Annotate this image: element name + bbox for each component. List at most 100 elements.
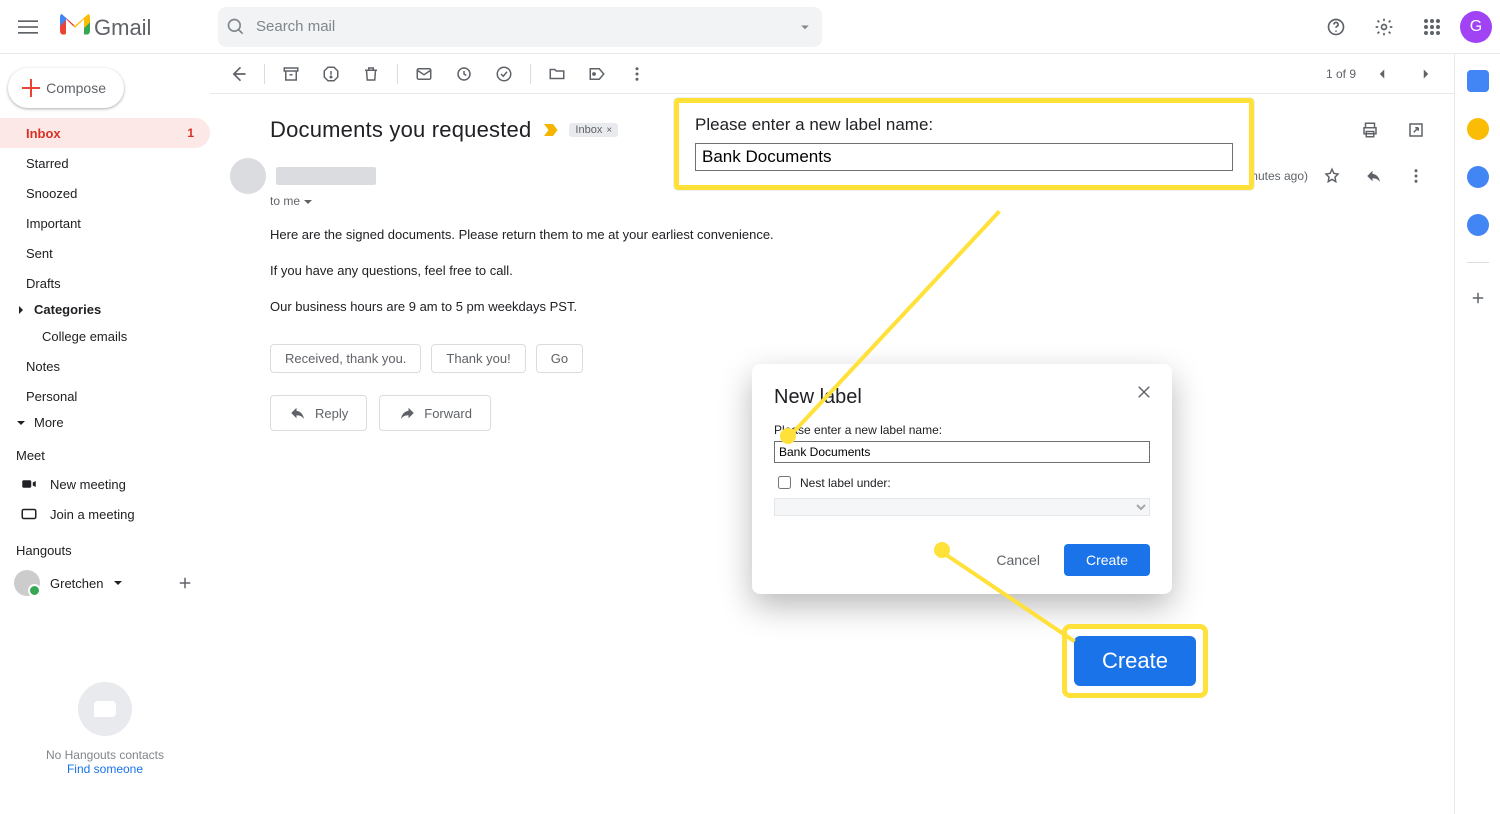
next-page-icon[interactable] <box>1408 56 1444 92</box>
archive-icon[interactable] <box>273 56 309 92</box>
sidebar-item-college-emails[interactable]: College emails <box>0 321 210 351</box>
hangouts-find-someone-link[interactable]: Find someone <box>0 762 210 776</box>
google-apps-icon[interactable] <box>1412 7 1452 47</box>
annotation-callout-create: Create <box>1062 624 1208 698</box>
meet-section-header: Meet <box>0 434 210 469</box>
forward-arrow-icon <box>398 404 416 422</box>
keyboard-icon <box>20 505 38 523</box>
nest-checkbox[interactable] <box>778 476 791 489</box>
toolbar-divider <box>530 64 531 84</box>
nest-label: Nest label under: <box>800 476 891 490</box>
toolbar-divider <box>397 64 398 84</box>
sidebar-item-label: Important <box>26 216 81 231</box>
smart-reply-chip[interactable]: Received, thank you. <box>270 344 421 373</box>
sidebar-item-drafts[interactable]: Drafts <box>0 268 210 298</box>
forward-button[interactable]: Forward <box>379 395 491 431</box>
settings-gear-icon[interactable] <box>1364 7 1404 47</box>
reply-button[interactable]: Reply <box>270 395 367 431</box>
meet-new-meeting[interactable]: New meeting <box>0 469 210 499</box>
sidebar-item-important[interactable]: Important <box>0 208 210 238</box>
sidebar-item-starred[interactable]: Starred <box>0 148 210 178</box>
delete-icon[interactable] <box>353 56 389 92</box>
reply-label: Reply <box>315 406 348 421</box>
more-icon[interactable] <box>619 56 655 92</box>
sidebar-item-categories[interactable]: Categories <box>0 298 210 321</box>
expand-to-icon <box>303 197 313 207</box>
sidebar-item-label: Personal <box>26 389 77 404</box>
hamburger-menu-icon[interactable] <box>8 7 48 47</box>
label-name-input[interactable] <box>774 441 1150 463</box>
reply-icon[interactable] <box>1356 158 1392 194</box>
message-more-icon[interactable] <box>1398 158 1434 194</box>
top-bar: Gmail G <box>0 0 1500 54</box>
hangouts-section-header: Hangouts <box>0 529 210 564</box>
sidebar-item-label: Inbox <box>26 126 61 141</box>
sidebar-item-label: Snoozed <box>26 186 77 201</box>
inbox-label-chip[interactable]: Inbox × <box>569 123 618 137</box>
support-icon[interactable] <box>1316 7 1356 47</box>
snooze-icon[interactable] <box>446 56 482 92</box>
body-line: Here are the signed documents. Please re… <box>270 224 1434 246</box>
compose-button[interactable]: Compose <box>8 68 124 108</box>
search-box[interactable] <box>218 7 822 47</box>
chevron-right-icon <box>16 305 26 315</box>
tasks-app-icon[interactable] <box>1467 166 1489 188</box>
labels-icon[interactable] <box>579 56 615 92</box>
message-toolbar: 1 of 9 <box>210 54 1454 94</box>
add-to-tasks-icon[interactable] <box>486 56 522 92</box>
sidebar-item-notes[interactable]: Notes <box>0 351 210 381</box>
importance-marker-icon[interactable] <box>541 121 559 139</box>
video-camera-icon <box>20 475 38 493</box>
gmail-logo[interactable]: Gmail <box>56 13 210 41</box>
hangouts-user-chip[interactable]: Gretchen <box>0 564 210 602</box>
add-app-icon[interactable] <box>1469 289 1487 307</box>
meet-join-meeting[interactable]: Join a meeting <box>0 499 210 529</box>
search-options-icon[interactable] <box>796 18 814 36</box>
dialog-cancel-button[interactable]: Cancel <box>984 544 1052 576</box>
sidebar-item-more[interactable]: More <box>0 411 210 434</box>
inbox-unread-count: 1 <box>187 126 194 140</box>
print-icon[interactable] <box>1352 112 1388 148</box>
dialog-close-icon[interactable] <box>1130 378 1158 406</box>
chevron-down-icon <box>16 418 26 428</box>
open-new-window-icon[interactable] <box>1398 112 1434 148</box>
search-input[interactable] <box>254 17 788 36</box>
label-name-field-label: Please enter a new label name: <box>774 423 1150 437</box>
contacts-app-icon[interactable] <box>1467 214 1489 236</box>
smart-reply-chip[interactable]: Thank you! <box>431 344 525 373</box>
back-icon[interactable] <box>220 56 256 92</box>
calendar-app-icon[interactable] <box>1467 70 1489 92</box>
body-line: Our business hours are 9 am to 5 pm week… <box>270 296 1434 318</box>
sidebar-item-sent[interactable]: Sent <box>0 238 210 268</box>
main-pane: 1 of 9 Documents you requested Inbox <box>210 54 1454 814</box>
hangouts-add-icon[interactable] <box>176 574 194 592</box>
star-icon[interactable] <box>1314 158 1350 194</box>
prev-page-icon[interactable] <box>1364 56 1400 92</box>
keep-app-icon[interactable] <box>1467 118 1489 140</box>
sender-name-redacted: hidden <box>276 167 376 185</box>
pager-text: 1 of 9 <box>1326 67 1356 81</box>
account-avatar[interactable]: G <box>1460 11 1492 43</box>
inbox-chip-text: Inbox <box>575 124 602 136</box>
new-label-dialog: New label Please enter a new label name:… <box>752 364 1172 594</box>
sidebar-item-personal[interactable]: Personal <box>0 381 210 411</box>
compose-plus-icon <box>22 79 36 97</box>
email-body: Here are the signed documents. Please re… <box>210 208 1454 340</box>
sidebar-item-label: Sent <box>26 246 53 261</box>
side-panel <box>1454 54 1500 814</box>
sidebar-item-snoozed[interactable]: Snoozed <box>0 178 210 208</box>
sidebar-item-label: Categories <box>34 302 101 317</box>
mark-unread-icon[interactable] <box>406 56 442 92</box>
report-spam-icon[interactable] <box>313 56 349 92</box>
gmail-m-icon <box>60 13 90 35</box>
move-to-icon[interactable] <box>539 56 575 92</box>
hangouts-empty-state: No Hangouts contacts Find someone <box>0 682 210 776</box>
sidebar-item-inbox[interactable]: Inbox 1 <box>0 118 210 148</box>
smart-reply-chip[interactable]: Go <box>536 344 583 373</box>
dialog-create-button[interactable]: Create <box>1064 544 1150 576</box>
to-line[interactable]: to me <box>210 194 1454 208</box>
reply-arrow-icon <box>289 404 307 422</box>
remove-label-icon[interactable]: × <box>606 125 612 136</box>
forward-label: Forward <box>424 406 472 421</box>
annotation-field-label: Please enter a new label name: <box>695 115 1233 135</box>
